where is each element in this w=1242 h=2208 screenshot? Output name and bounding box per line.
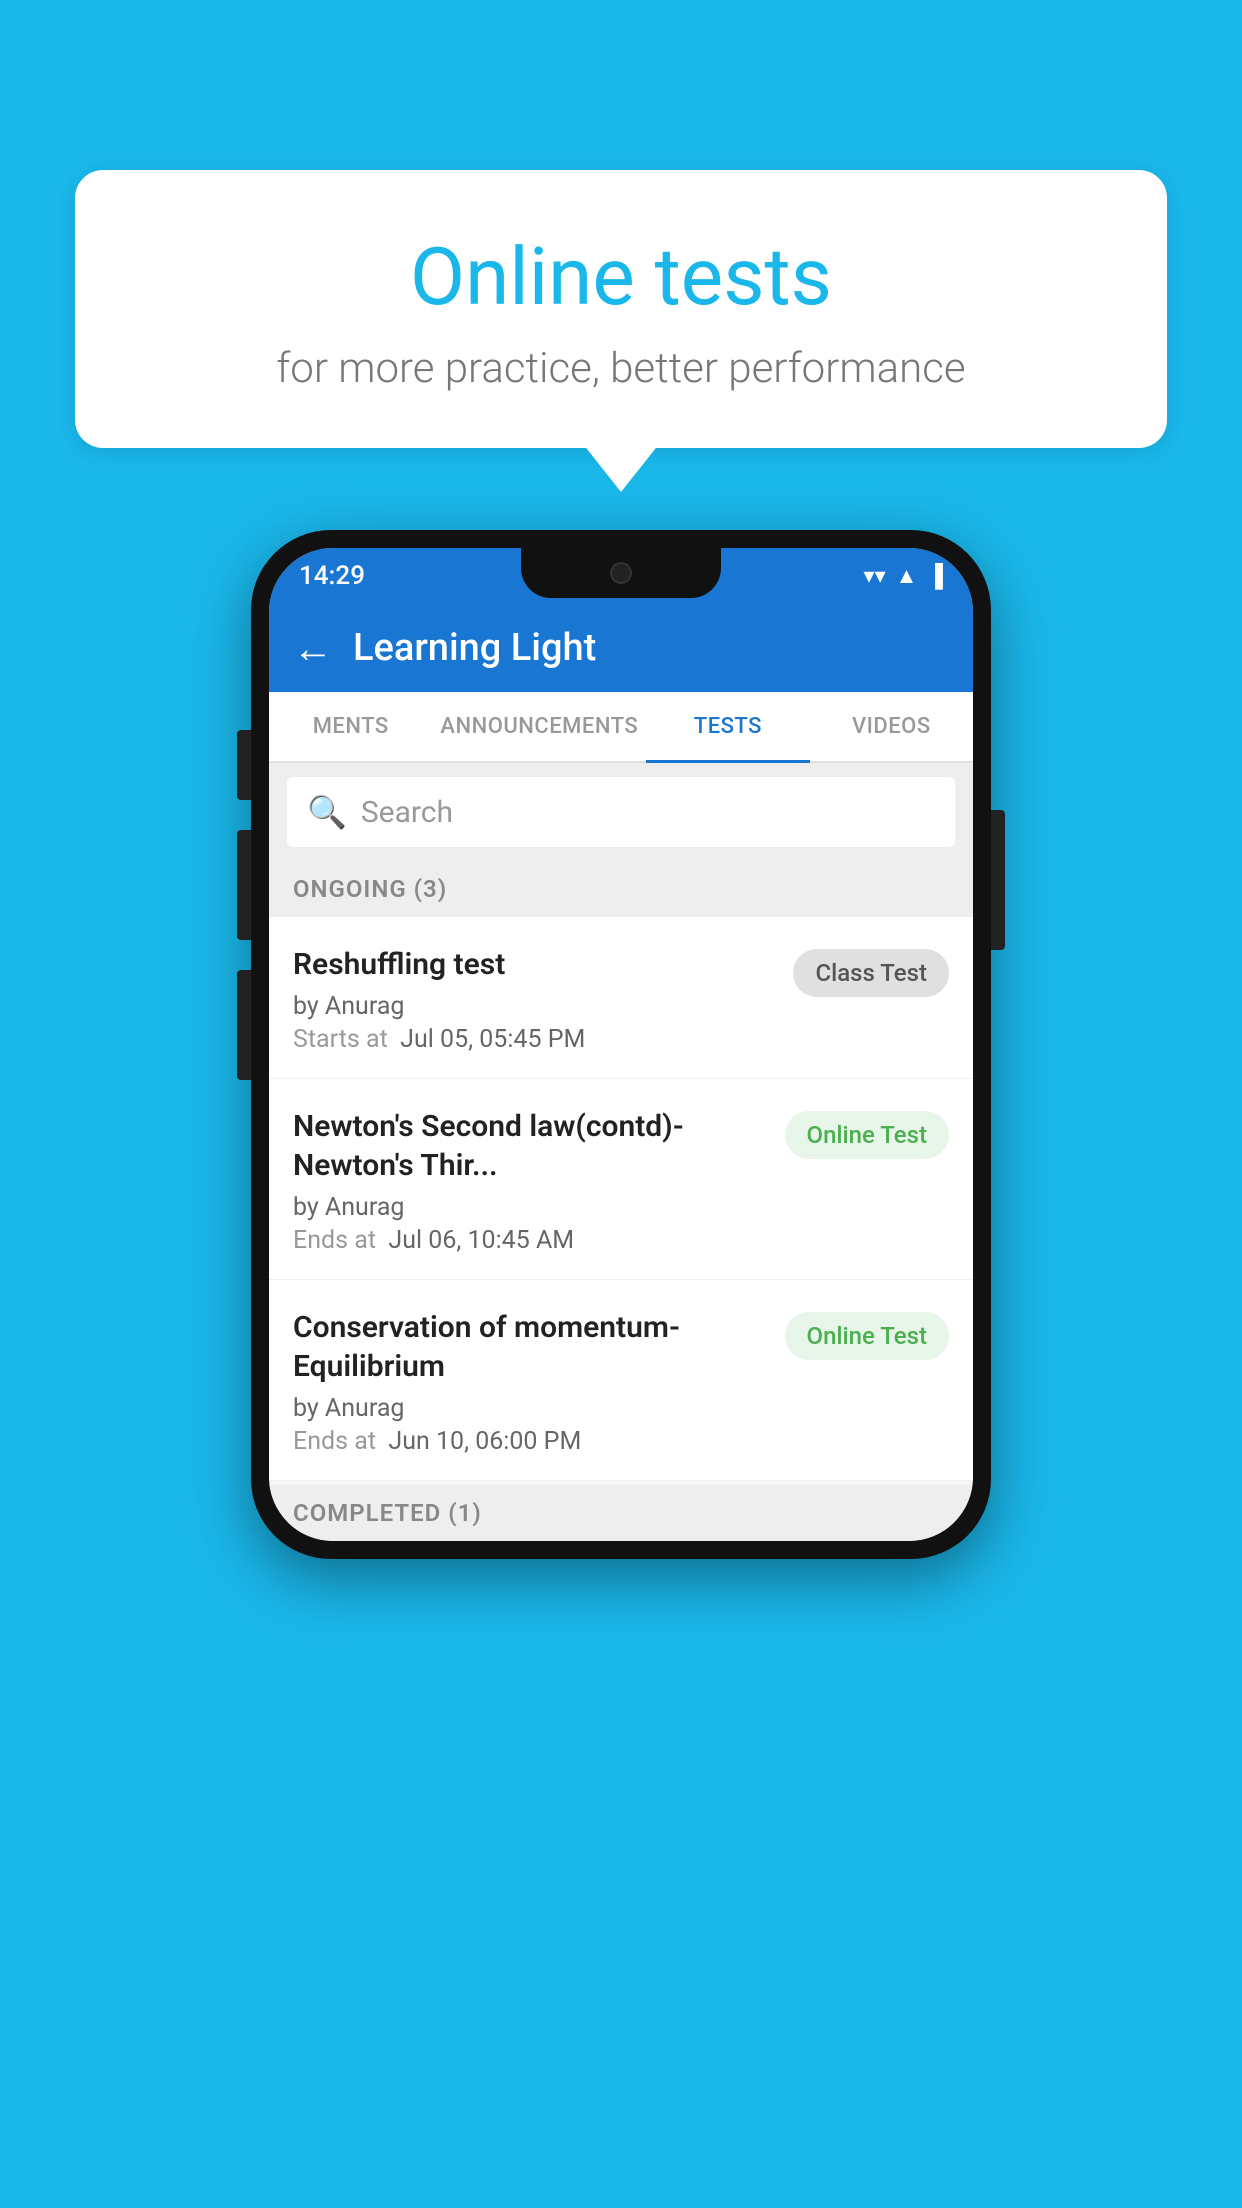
search-bar[interactable]: 🔍 Search bbox=[287, 777, 955, 847]
test-info-1: Newton's Second law(contd)-Newton's Thir… bbox=[293, 1107, 769, 1255]
phone-volume-up-button bbox=[237, 730, 251, 800]
search-icon: 🔍 bbox=[307, 793, 347, 831]
phone-power-button bbox=[991, 810, 1005, 950]
status-icons: ▾▾ ▲ ▐ bbox=[864, 563, 943, 589]
test-info-0: Reshuffling test by Anurag Starts at Jul… bbox=[293, 945, 777, 1054]
back-button[interactable]: ← bbox=[293, 625, 333, 672]
test-item-1[interactable]: Newton's Second law(contd)-Newton's Thir… bbox=[269, 1079, 973, 1280]
test-author-0: by Anurag bbox=[293, 992, 777, 1021]
ongoing-label: ONGOING (3) bbox=[293, 875, 447, 903]
badge-1: Online Test bbox=[785, 1111, 949, 1159]
phone-wrapper: 14:29 ▾▾ ▲ ▐ ← Learning Light MENTS ANNO… bbox=[251, 530, 991, 1559]
completed-section-header: COMPLETED (1) bbox=[269, 1485, 973, 1541]
test-author-1: by Anurag bbox=[293, 1193, 769, 1222]
test-info-2: Conservation of momentum-Equilibrium by … bbox=[293, 1308, 769, 1456]
test-time-2: Ends at Jun 10, 06:00 PM bbox=[293, 1427, 769, 1456]
wifi-icon: ▾▾ bbox=[864, 564, 886, 589]
test-item-2[interactable]: Conservation of momentum-Equilibrium by … bbox=[269, 1280, 973, 1481]
tab-tests[interactable]: TESTS bbox=[646, 692, 809, 761]
app-header: ← Learning Light bbox=[269, 604, 973, 692]
test-name-0: Reshuffling test bbox=[293, 945, 777, 984]
ongoing-section-header: ONGOING (3) bbox=[269, 861, 973, 917]
phone-camera bbox=[610, 562, 632, 584]
phone-frame: 14:29 ▾▾ ▲ ▐ ← Learning Light MENTS ANNO… bbox=[251, 530, 991, 1559]
test-item-0[interactable]: Reshuffling test by Anurag Starts at Jul… bbox=[269, 917, 973, 1079]
tab-ments[interactable]: MENTS bbox=[269, 692, 432, 761]
status-time: 14:29 bbox=[299, 561, 365, 591]
badge-0: Class Test bbox=[793, 949, 949, 997]
app-title: Learning Light bbox=[353, 626, 596, 670]
signal-icon: ▲ bbox=[896, 563, 918, 589]
tab-videos[interactable]: VIDEOS bbox=[810, 692, 973, 761]
tab-announcements[interactable]: ANNOUNCEMENTS bbox=[432, 692, 646, 761]
test-author-2: by Anurag bbox=[293, 1394, 769, 1423]
phone-volume-down-button bbox=[237, 830, 251, 940]
test-time-1: Ends at Jul 06, 10:45 AM bbox=[293, 1226, 769, 1255]
test-time-0: Starts at Jul 05, 05:45 PM bbox=[293, 1025, 777, 1054]
promo-subtitle: for more practice, better performance bbox=[125, 344, 1117, 393]
promo-card: Online tests for more practice, better p… bbox=[75, 170, 1167, 448]
tabs-bar: MENTS ANNOUNCEMENTS TESTS VIDEOS bbox=[269, 692, 973, 763]
search-input[interactable]: Search bbox=[361, 795, 453, 830]
test-name-1: Newton's Second law(contd)-Newton's Thir… bbox=[293, 1107, 769, 1185]
phone-notch bbox=[521, 548, 721, 598]
phone-screen: 14:29 ▾▾ ▲ ▐ ← Learning Light MENTS ANNO… bbox=[269, 548, 973, 1541]
search-container: 🔍 Search bbox=[269, 763, 973, 861]
badge-2: Online Test bbox=[785, 1312, 949, 1360]
promo-title: Online tests bbox=[125, 230, 1117, 324]
phone-extra-button bbox=[237, 970, 251, 1080]
completed-label: COMPLETED (1) bbox=[293, 1499, 482, 1527]
battery-icon: ▐ bbox=[927, 563, 943, 589]
test-name-2: Conservation of momentum-Equilibrium bbox=[293, 1308, 769, 1386]
